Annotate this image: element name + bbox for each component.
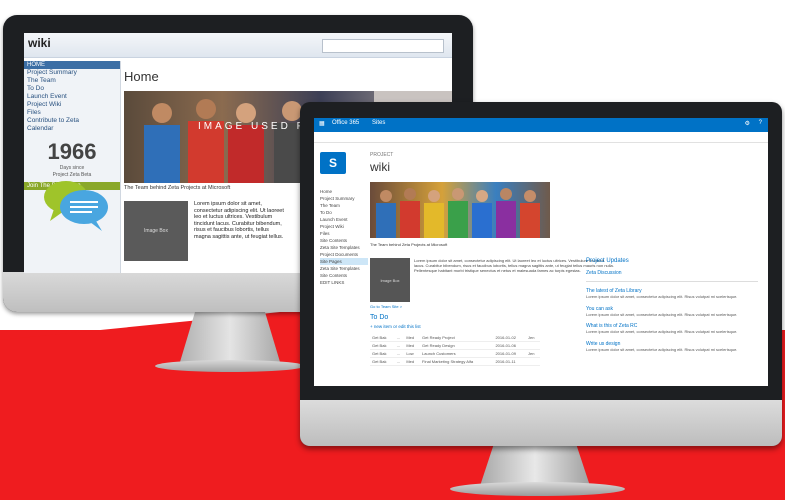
wiki-search-input[interactable] bbox=[322, 39, 444, 53]
o365-brand[interactable]: Office 365 bbox=[332, 120, 359, 126]
days-counter-label: Days since bbox=[59, 165, 85, 171]
front-monitor-chin bbox=[300, 400, 782, 446]
table-cell: Get Bak bbox=[370, 357, 395, 366]
update-text: Lorem ipsum dolor sit amet, consectetur … bbox=[586, 311, 738, 317]
nav-item-selected[interactable]: Site Pages bbox=[320, 258, 368, 265]
table-cell: ... bbox=[394, 357, 405, 366]
table-cell: Final Marketing Strategy Alfa bbox=[420, 357, 494, 366]
quick-launch-nav: Home Project Summary The Team To Do Laun… bbox=[320, 188, 368, 286]
nav-item[interactable]: Launch Event bbox=[320, 216, 368, 223]
wiki-hero-caption: The Team behind Zeta Projects at Microso… bbox=[124, 185, 231, 191]
o365-subbar bbox=[314, 132, 768, 143]
wiki-sidebar-item[interactable]: To Do bbox=[24, 85, 120, 93]
wiki-page-title: Home bbox=[124, 69, 159, 84]
nav-item[interactable]: Project Documents bbox=[320, 251, 368, 258]
table-cell: Low bbox=[404, 349, 421, 358]
table-cell: Launch Customers bbox=[420, 349, 494, 358]
wiki-sidebar-item[interactable]: Project Summary bbox=[24, 69, 120, 77]
team-site-link[interactable]: Go to Team Site > bbox=[370, 304, 402, 309]
table-cell: Med bbox=[404, 341, 421, 350]
table-row[interactable]: Get Bak ... Med Get Ready Project 2016-0… bbox=[370, 334, 540, 342]
table-cell bbox=[526, 341, 540, 350]
nav-item[interactable]: The Team bbox=[320, 202, 368, 209]
site-title: wiki bbox=[370, 160, 390, 174]
table-cell: Get Ready Design bbox=[420, 341, 494, 350]
todo-heading: To Do bbox=[370, 314, 389, 321]
table-cell: 2016-01-09 bbox=[493, 349, 527, 358]
back-monitor-foot bbox=[155, 360, 305, 372]
nav-item[interactable]: Home bbox=[320, 188, 368, 195]
days-counter: 1966 bbox=[47, 139, 97, 164]
wiki-sidebar-item[interactable]: Calendar bbox=[24, 125, 120, 133]
nav-item[interactable]: Project Wiki bbox=[320, 223, 368, 230]
site-hero-caption: The Team behind Zeta Projects at Microso… bbox=[370, 242, 448, 247]
table-row[interactable]: Get Bak ... Med Final Marketing Strategy… bbox=[370, 357, 540, 366]
wiki-sidebar-item[interactable]: Project Wiki bbox=[24, 101, 120, 109]
wiki-sidebar-item[interactable]: The Team bbox=[24, 77, 120, 85]
wiki-header: wiki bbox=[24, 33, 452, 58]
table-cell bbox=[526, 357, 540, 366]
front-monitor-screen: ▦ Office 365 Sites ⚙ ? S PROJECT wiki Ho… bbox=[314, 118, 768, 386]
wiki-sidebar-item[interactable]: Launch Event bbox=[24, 93, 120, 101]
wiki-sidebar: HOME Project Summary The Team To Do Laun… bbox=[24, 61, 121, 273]
team-photo bbox=[376, 188, 540, 238]
site-body-text: Lorem ipsum dolor sit amet, consectetur … bbox=[414, 258, 614, 274]
site-breadcrumb[interactable]: PROJECT bbox=[370, 152, 393, 158]
sharepoint-logo-icon: S bbox=[320, 152, 346, 174]
nav-item[interactable]: Zeta Site Templates bbox=[320, 265, 368, 272]
wiki-image-placeholder: Image Box bbox=[124, 201, 188, 261]
wiki-sidebar-header: HOME bbox=[24, 61, 120, 69]
table-cell: Get Bak bbox=[370, 341, 395, 350]
site-hero-image bbox=[370, 182, 550, 238]
table-cell: 2016-01-02 bbox=[493, 334, 527, 342]
app-launcher-icon[interactable]: ▦ bbox=[319, 120, 325, 127]
table-row[interactable]: Get Bak ... Low Launch Customers 2016-01… bbox=[370, 349, 540, 358]
table-cell: Med bbox=[404, 357, 421, 366]
nav-item[interactable]: To Do bbox=[320, 209, 368, 216]
wiki-sidebar-item[interactable]: Contribute to Zeta bbox=[24, 117, 120, 125]
wiki-logo: wiki bbox=[28, 36, 51, 50]
o365-topbar: ▦ Office 365 Sites ⚙ ? bbox=[314, 118, 768, 132]
update-text: Lorem ipsum dolor sit amet, consectetur … bbox=[586, 329, 738, 334]
wiki-body-text: Lorem ipsum dolor sit amet, consectetur … bbox=[194, 201, 284, 240]
update-text: Lorem ipsum dolor sit amet, consectetur … bbox=[586, 294, 738, 299]
table-cell: ... bbox=[394, 341, 405, 350]
front-monitor: ▦ Office 365 Sites ⚙ ? S PROJECT wiki Ho… bbox=[300, 102, 782, 446]
nav-item[interactable]: Site Contents bbox=[320, 237, 368, 244]
table-cell: 2016-01-06 bbox=[493, 341, 527, 350]
site-image-placeholder: Image Box bbox=[370, 258, 410, 302]
project-updates-panel: Project Updates Zeta Discussion The late… bbox=[586, 258, 758, 352]
new-item-link[interactable]: + new item or edit this list bbox=[370, 324, 421, 329]
nav-item[interactable]: Project Summary bbox=[320, 195, 368, 202]
front-monitor-foot bbox=[450, 482, 625, 496]
o365-app-name[interactable]: Sites bbox=[372, 120, 385, 126]
front-monitor-neck bbox=[480, 446, 590, 486]
nav-item[interactable]: Site Contents bbox=[320, 272, 368, 279]
settings-icon[interactable]: ⚙ bbox=[745, 120, 750, 127]
updates-heading: Project Updates bbox=[586, 258, 629, 264]
table-cell: Get Bak bbox=[370, 334, 395, 342]
chat-bubbles-icon bbox=[44, 181, 108, 231]
table-cell: Get Ready Project bbox=[420, 334, 494, 342]
nav-item[interactable]: Zeta Site Templates bbox=[320, 244, 368, 251]
table-cell: Jen bbox=[526, 349, 540, 358]
table-cell: Jen bbox=[526, 334, 540, 342]
back-monitor-neck bbox=[180, 312, 280, 362]
table-cell: Get Bak bbox=[370, 349, 395, 358]
table-cell: 2016-01-11 bbox=[493, 357, 527, 366]
help-icon[interactable]: ? bbox=[759, 120, 762, 126]
divider bbox=[586, 276, 758, 282]
table-cell: ... bbox=[394, 349, 405, 358]
table-row[interactable]: Get Bak ... Med Get Ready Design 2016-01… bbox=[370, 341, 540, 350]
table-cell: ... bbox=[394, 334, 405, 342]
nav-edit-links[interactable]: EDIT LINKS bbox=[320, 279, 368, 286]
todo-table: Get Bak ... Med Get Ready Project 2016-0… bbox=[370, 334, 540, 366]
nav-item[interactable]: Files bbox=[320, 230, 368, 237]
wiki-sidebar-item[interactable]: Files bbox=[24, 109, 120, 117]
update-text: Lorem ipsum dolor sit amet, consectetur … bbox=[586, 346, 738, 352]
table-cell: Med bbox=[404, 334, 421, 342]
